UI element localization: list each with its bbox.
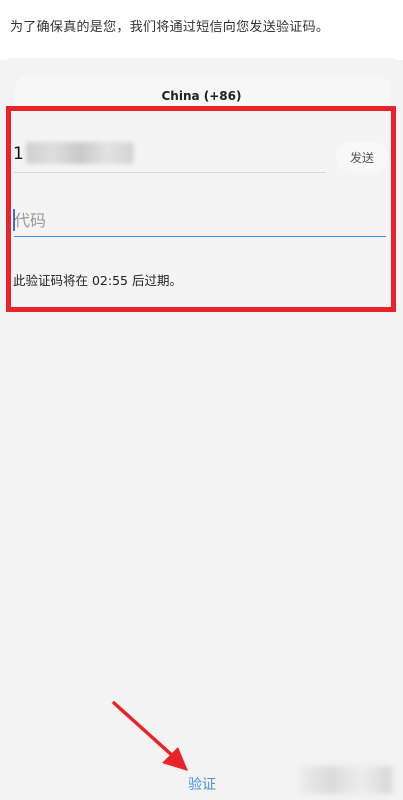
text-caret (13, 209, 15, 231)
verification-notice: 为了确保真的是您，我们将通过短信向您发送验证码。 (10, 20, 330, 35)
country-code-label: China (+86) (161, 89, 242, 103)
code-expiry-message: 此验证码将在 02:55 后过期。 (13, 273, 182, 288)
phone-number-value: 1 (13, 144, 24, 164)
verify-button[interactable]: 验证 (170, 772, 234, 796)
send-code-button[interactable]: 发送 (336, 142, 388, 172)
verification-code-input[interactable] (14, 204, 386, 237)
phone-number-redaction (26, 142, 134, 164)
bottom-redaction (300, 766, 392, 794)
phone-field-underline (14, 172, 326, 173)
